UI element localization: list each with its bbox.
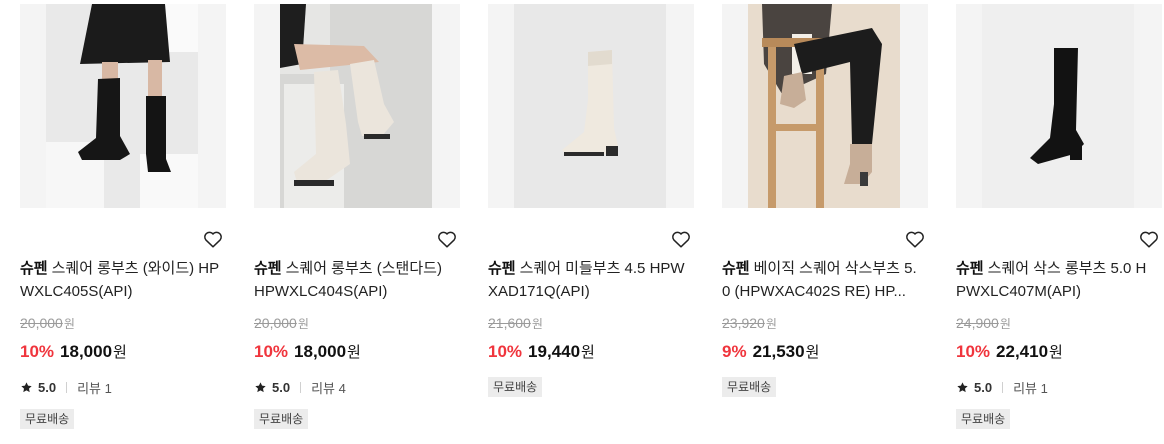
star-icon <box>21 382 32 393</box>
product-title[interactable]: 슈펜 스퀘어 미들부츠 4.5 HPWXAD171Q(API) <box>488 257 688 303</box>
free-shipping-badge: 무료배송 <box>20 409 75 429</box>
wishlist-heart-icon[interactable] <box>904 228 926 250</box>
sale-price: 22,410 <box>996 342 1049 361</box>
sale-price: 18,000 <box>294 342 347 361</box>
product-title[interactable]: 슈펜 스퀘어 롱부츠 (스탠다드) HPWXLC404S(API) <box>254 257 454 303</box>
sale-price-line: 10% 18,000원 <box>254 342 361 361</box>
divider <box>300 382 302 393</box>
product-card[interactable]: 슈펜 스퀘어 미들부츠 4.5 HPWXAD171Q(API) 21,600원 1… <box>488 4 694 397</box>
rating-score: 5.0 <box>974 380 993 395</box>
free-shipping-badge: 무료배송 <box>254 409 309 429</box>
review-count[interactable]: 리뷰 1 <box>77 378 112 397</box>
divider <box>66 382 68 393</box>
product-card[interactable]: 슈펜 스퀘어 롱부츠 (스탠다드) HPWXLC404S(API) 20,000원… <box>254 4 460 429</box>
discount-rate: 10% <box>488 342 523 361</box>
star-icon <box>255 382 266 393</box>
product-title[interactable]: 슈펜 베이직 스퀘어 삭스부츠 5.0 (HPWXAC402S RE) HP... <box>722 257 922 303</box>
product-card[interactable]: 슈펜 베이직 스퀘어 삭스부츠 5.0 (HPWXAC402S RE) HP...… <box>722 4 928 397</box>
review-count[interactable]: 리뷰 4 <box>311 378 346 397</box>
product-image[interactable] <box>254 4 460 208</box>
free-shipping-badge: 무료배송 <box>722 377 777 397</box>
product-name: 베이직 스퀘어 삭스부츠 5.0 (HPWXAC402S RE) HP... <box>722 260 917 300</box>
product-image[interactable] <box>956 4 1162 208</box>
sale-price: 18,000 <box>60 342 113 361</box>
discount-rate: 10% <box>956 342 991 361</box>
discount-rate: 9% <box>722 342 747 361</box>
original-price: 23,920원 <box>722 315 777 331</box>
product-title[interactable]: 슈펜 스퀘어 삭스 롱부츠 5.0 HPWXLC407M(API) <box>956 257 1156 303</box>
product-name: 스퀘어 롱부츠 (와이드) HPWXLC405S(API) <box>20 260 220 300</box>
rating-row: 5.0 리뷰 1 <box>20 378 112 397</box>
product-image[interactable] <box>20 4 226 208</box>
wishlist-heart-icon[interactable] <box>202 228 224 250</box>
sale-price: 19,440 <box>528 342 581 361</box>
product-card[interactable]: 슈펜 스퀘어 삭스 롱부츠 5.0 HPWXLC407M(API) 24,900원… <box>956 4 1162 429</box>
original-price: 21,600원 <box>488 315 543 331</box>
product-grid: 슈펜 스퀘어 롱부츠 (와이드) HPWXLC405S(API) 20,000원 … <box>0 0 1164 444</box>
wishlist-heart-icon[interactable] <box>1138 228 1160 250</box>
rating-row: 5.0 리뷰 4 <box>254 378 346 397</box>
original-price: 20,000원 <box>20 315 75 331</box>
discount-rate: 10% <box>20 342 55 361</box>
sale-price-line: 10% 19,440원 <box>488 342 595 361</box>
brand-name: 슈펜 <box>722 260 750 277</box>
product-image[interactable] <box>722 4 928 208</box>
product-card[interactable]: 슈펜 스퀘어 롱부츠 (와이드) HPWXLC405S(API) 20,000원 … <box>20 4 226 429</box>
review-count[interactable]: 리뷰 1 <box>1013 378 1048 397</box>
free-shipping-badge: 무료배송 <box>956 409 1011 429</box>
brand-name: 슈펜 <box>488 260 516 277</box>
product-name: 스퀘어 미들부츠 4.5 HPWXAD171Q(API) <box>488 260 685 300</box>
product-title[interactable]: 슈펜 스퀘어 롱부츠 (와이드) HPWXLC405S(API) <box>20 257 220 303</box>
brand-name: 슈펜 <box>20 260 48 277</box>
brand-name: 슈펜 <box>956 260 984 277</box>
product-name: 스퀘어 삭스 롱부츠 5.0 HPWXLC407M(API) <box>956 260 1147 300</box>
rating-row: 5.0 리뷰 1 <box>956 378 1048 397</box>
wishlist-heart-icon[interactable] <box>436 228 458 250</box>
brand-name: 슈펜 <box>254 260 282 277</box>
star-icon <box>957 382 968 393</box>
discount-rate: 10% <box>254 342 289 361</box>
wishlist-heart-icon[interactable] <box>670 228 692 250</box>
original-price: 20,000원 <box>254 315 309 331</box>
product-name: 스퀘어 롱부츠 (스탠다드) HPWXLC404S(API) <box>254 260 442 300</box>
sale-price-line: 9% 21,530원 <box>722 342 820 361</box>
free-shipping-badge: 무료배송 <box>488 377 543 397</box>
product-image[interactable] <box>488 4 694 208</box>
rating-score: 5.0 <box>272 380 291 395</box>
original-price: 24,900원 <box>956 315 1011 331</box>
sale-price-line: 10% 22,410원 <box>956 342 1063 361</box>
divider <box>1002 382 1004 393</box>
rating-score: 5.0 <box>38 380 57 395</box>
sale-price-line: 10% 18,000원 <box>20 342 127 361</box>
sale-price: 21,530 <box>752 342 805 361</box>
